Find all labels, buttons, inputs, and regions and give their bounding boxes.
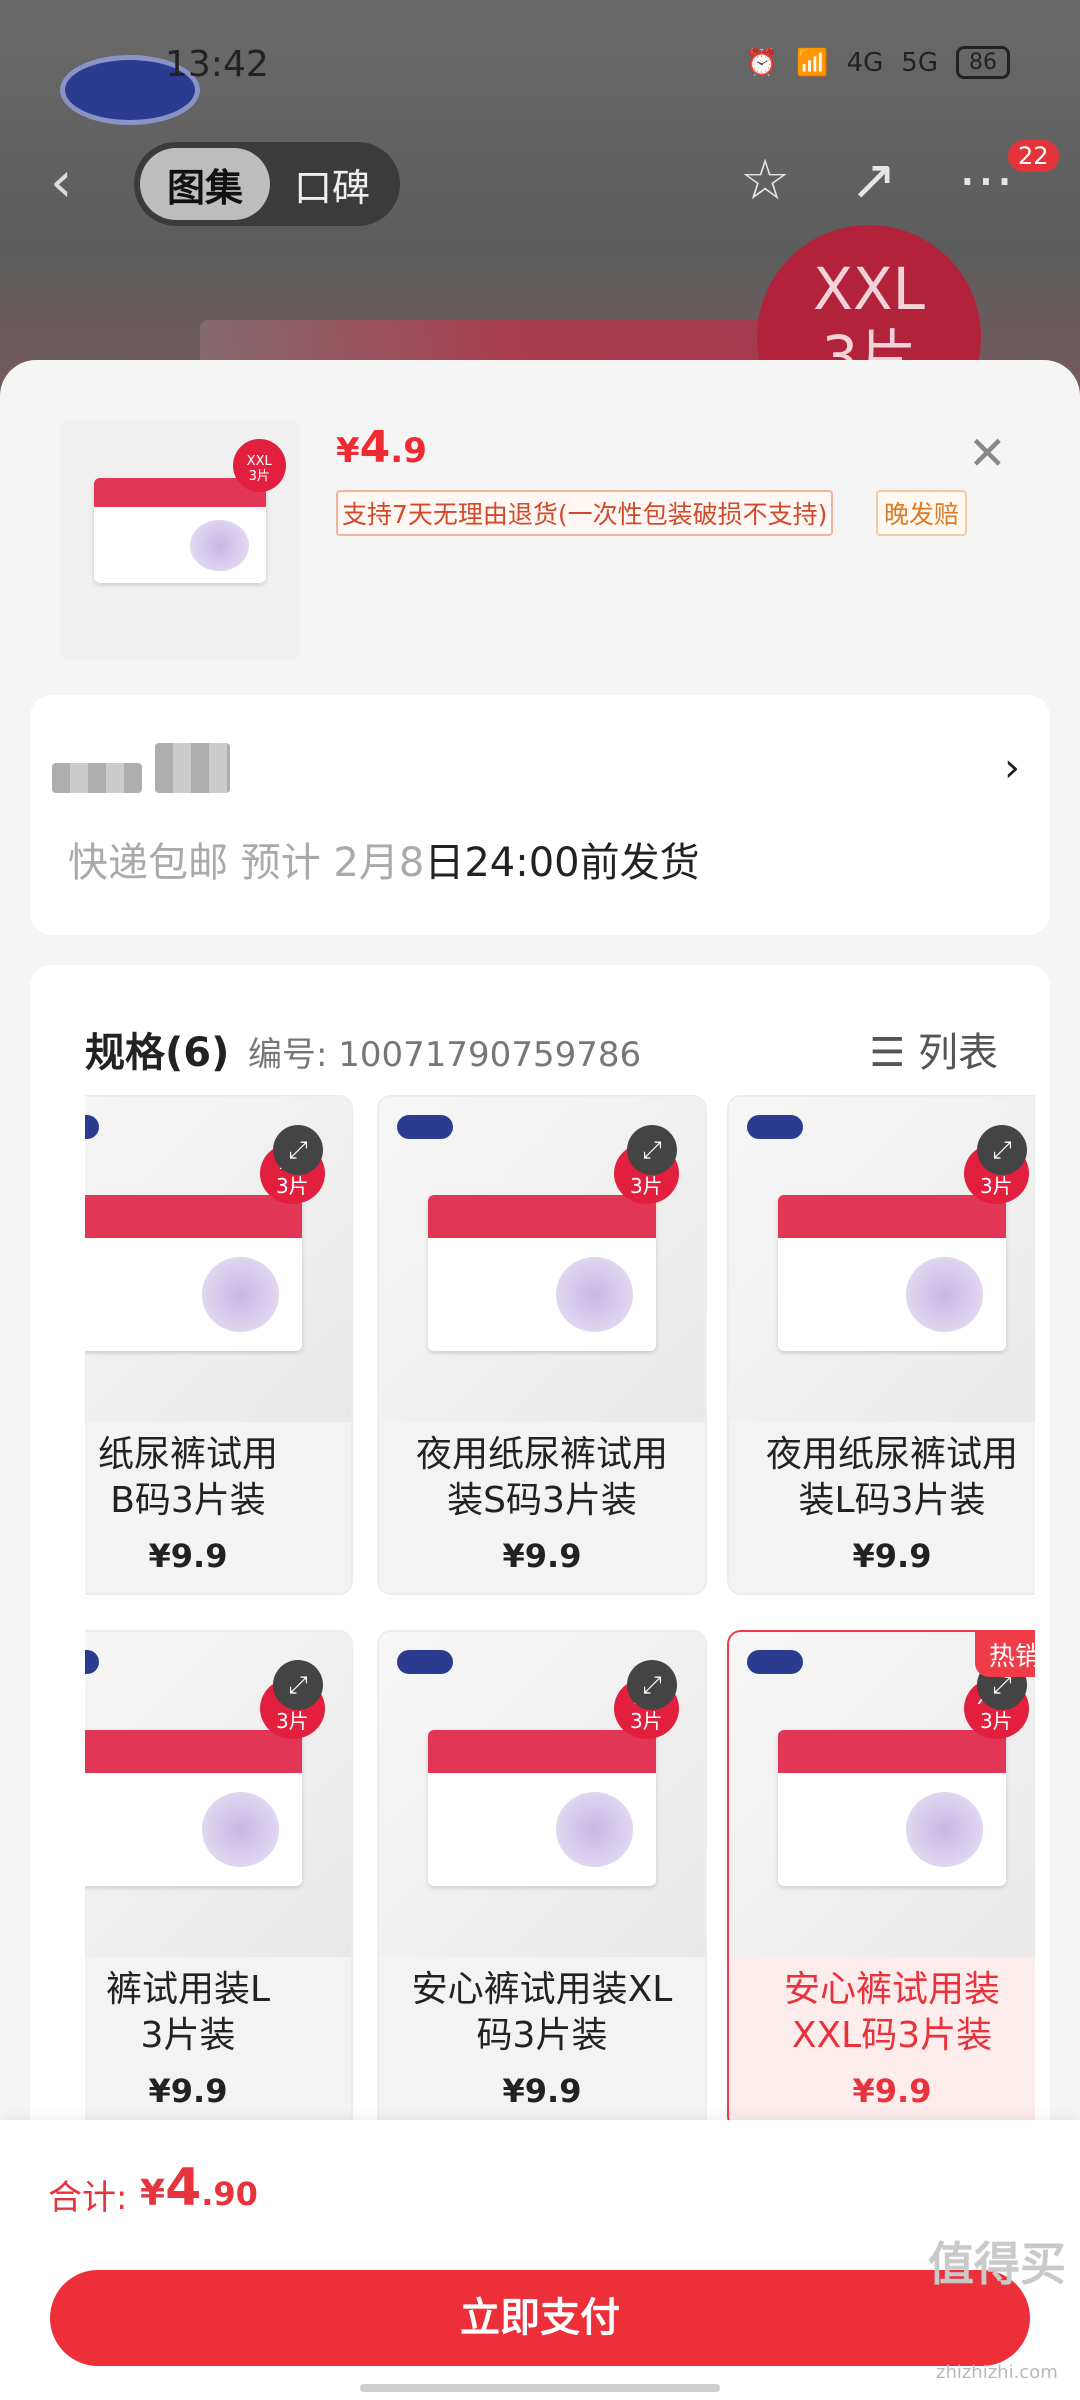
option-name: 夜用纸尿裤试用 装S码3片装 [415,1434,668,1521]
expand-icon[interactable]: ⤢ [977,1125,1027,1175]
sku-selection-sheet: XXL 3片 ¥4.9 支持7天无理由退货(一次性包装破损不支持) 晚发赔 ✕ 快… [0,360,1080,2400]
top-nav: ‹ 图集 口碑 ☆ ↗ ⋯ 22 [0,140,1080,230]
late-delivery-tag: 晚发赔 [876,490,968,536]
spec-option[interactable]: L3片⤢ 裤试用装L3片装 ¥9.9 [85,1630,353,2130]
more-icon[interactable]: ⋯ [958,148,1014,213]
redacted-address [155,743,230,793]
watermark-url: zhizhizhi.com [936,2362,1058,2383]
spec-option[interactable]: XL3片⤢ 安心裤试用装XL码3片装 ¥9.9 [377,1630,707,2130]
watermark: 值得买 [928,2237,1066,2291]
option-price: ¥9.9 [502,1537,582,1575]
option-name: 安心裤试用装XL 码3片装 [411,1969,673,2056]
option-name: 裤试用装L 3片装 [105,1969,271,2056]
thumb-size-badge: XXL 3片 [232,439,286,492]
chevron-right-icon: › [1004,745,1020,791]
option-name: 安心裤试用装 XXL码3片装 [783,1969,1000,2056]
home-indicator[interactable] [360,2384,720,2392]
expand-icon[interactable]: ⤢ [273,1660,323,1710]
list-view-button[interactable]: ☰ 列表 [869,1020,998,1078]
option-price: ¥9.9 [148,1537,228,1575]
tab-gallery[interactable]: 图集 [140,148,270,220]
expand-icon[interactable]: ⤢ [273,1125,323,1175]
option-price: ¥9.9 [852,2072,932,2110]
return-policy-tag: 支持7天无理由退货(一次性包装破损不支持) [336,490,834,536]
list-icon: ☰ [869,1030,906,1076]
wifi-icon: 📶 [796,47,829,78]
notification-badge: 22 [1008,140,1059,172]
sku-number: 编号: 10071790759786 [248,1035,642,1075]
star-icon[interactable]: ☆ [740,148,790,213]
tab-reviews[interactable]: 口碑 [294,157,370,212]
back-arrow-icon[interactable]: ‹ [50,150,72,215]
spec-option[interactable]: NB3片⤢ 纸尿裤试用B码3片装 ¥9.9 [85,1095,353,1595]
gallery-tabs: 图集 口碑 [134,142,400,226]
spec-option-selected[interactable]: XXL3片⤢ 热销 安心裤试用装XXL码3片装 ¥9.9 [727,1630,1035,2130]
option-price: ¥9.9 [502,2072,582,2110]
share-icon[interactable]: ↗ [850,148,897,213]
address-card[interactable]: 快递包邮 预计 2月8日24:00前发货 › [30,695,1050,935]
option-name: 夜用纸尿裤试用 装L码3片装 [765,1434,1018,1521]
spec-option[interactable]: S3片⤢ 夜用纸尿裤试用装S码3片装 ¥9.9 [377,1095,707,1595]
status-bar: 13:42 ⏰ 📶 4G 5G 86 [0,40,1080,90]
option-name: 纸尿裤试用 B码3片装 [97,1434,278,1521]
pay-now-button[interactable]: 立即支付 [50,2270,1030,2366]
spec-option[interactable]: L3片⤢ 夜用纸尿裤试用装L码3片装 ¥9.9 [727,1095,1035,1595]
spec-title: 规格(6) [85,1030,230,1076]
battery-icon: 86 [956,46,1010,79]
signal-4g-icon: 4G [846,47,884,78]
clock: 13:42 [165,44,269,85]
alarm-icon: ⏰ [745,47,779,78]
delivery-estimate: 快递包邮 预计 2月8日24:00前发货 [68,840,700,886]
total-amount: ¥4.90 [140,2158,258,2218]
option-price: ¥9.9 [852,1537,932,1575]
package-illustration [93,477,267,584]
product-thumbnail[interactable]: XXL 3片 [60,420,300,660]
signal-5g-icon: 5G [901,47,938,78]
option-price: ¥9.9 [148,2072,228,2110]
close-icon[interactable]: ✕ [968,426,1007,480]
hot-sale-badge: 热销 [974,1632,1035,1677]
checkout-footer: 合计: ¥4.90 立即支付 [0,2120,1080,2400]
product-price: ¥4.9 [336,422,427,473]
expand-icon[interactable]: ⤢ [627,1125,677,1175]
expand-icon[interactable]: ⤢ [627,1660,677,1710]
redacted-name [52,763,142,793]
total-label: 合计: [48,2178,128,2218]
